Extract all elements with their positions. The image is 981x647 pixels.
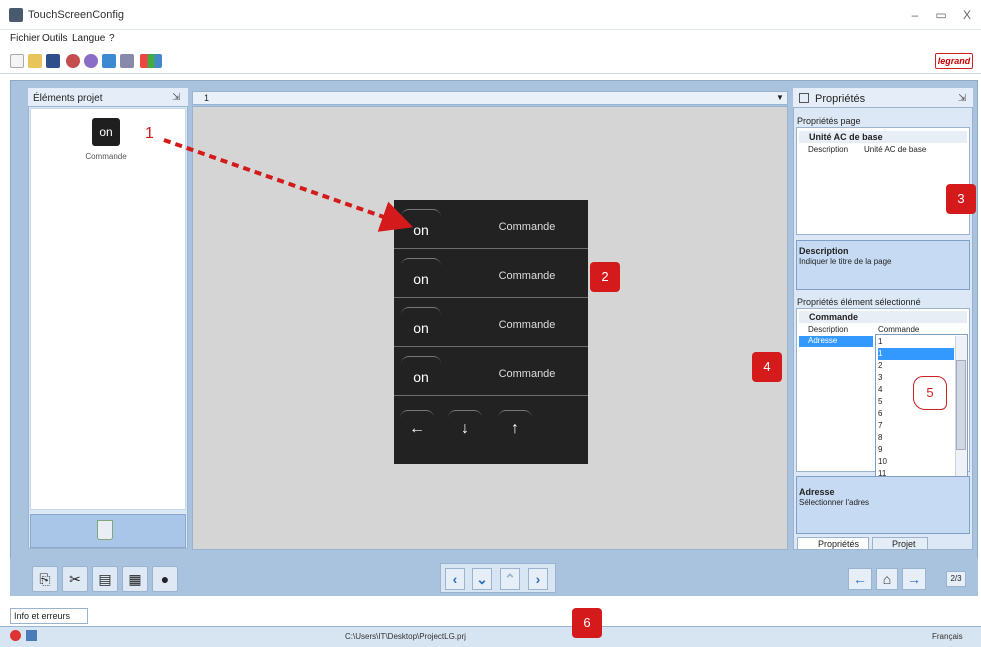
title-bar <box>0 0 981 30</box>
forward-arrow-button[interactable]: → <box>902 568 926 590</box>
send-icon[interactable] <box>66 54 80 68</box>
legrand-logo: legrand <box>935 53 973 69</box>
new-file-icon[interactable] <box>10 54 24 68</box>
info-errors-tab[interactable]: Info et erreurs <box>10 608 88 624</box>
step-marker-4: 4 <box>752 352 782 382</box>
description-title: Description <box>799 246 849 256</box>
command-label: Commande <box>498 319 556 331</box>
project-elements-title: Éléments projet <box>33 93 103 104</box>
scrollbar-thumb[interactable] <box>956 360 966 450</box>
open-folder-icon[interactable] <box>28 54 42 68</box>
step-marker-5: 5 <box>913 376 947 410</box>
dropdown-option[interactable]: 10 <box>878 456 954 468</box>
disk-icon <box>26 630 37 641</box>
dropdown-option[interactable]: 8 <box>878 432 954 444</box>
page-prop-name: Description <box>808 145 849 154</box>
copy-icon[interactable]: ⎘ <box>32 566 58 592</box>
close-button[interactable]: X <box>954 6 980 24</box>
command-element-icon[interactable]: on <box>92 118 120 146</box>
page-selector-value: 1 <box>204 93 210 103</box>
menu-fichier[interactable]: Fichier <box>10 33 40 44</box>
properties-icon <box>799 93 809 103</box>
status-bar <box>0 626 981 647</box>
tools-icon[interactable] <box>120 54 134 68</box>
cut-icon[interactable]: ✂ <box>62 566 88 592</box>
dropdown-option[interactable]: 6 <box>878 408 954 420</box>
minimize-button[interactable]: – <box>902 6 928 24</box>
properties-title: Propriétés <box>815 93 866 105</box>
layout-icon[interactable]: ▦ <box>122 566 148 592</box>
on-button[interactable]: on <box>401 258 441 294</box>
dropdown-option[interactable]: 7 <box>878 420 954 432</box>
error-icon <box>10 630 21 641</box>
connect-icon[interactable] <box>102 54 116 68</box>
address-title: Adresse <box>799 487 835 497</box>
paste-icon[interactable]: ▤ <box>92 566 118 592</box>
trash-icon[interactable] <box>97 520 113 540</box>
step-marker-3: 3 <box>946 184 976 214</box>
menu-outils[interactable]: Outils <box>42 33 68 44</box>
dropdown-option[interactable]: 9 <box>878 444 954 456</box>
step-label-1: 1 <box>145 125 154 142</box>
project-path: C:\Users\IT\Desktop\ProjectLG.prj <box>345 632 466 641</box>
page-properties-grid <box>796 127 970 235</box>
language-icon[interactable] <box>140 54 162 68</box>
palette-icon[interactable]: ● <box>152 566 178 592</box>
tab-project-label: Projet <box>892 539 916 549</box>
element-prop-description-value[interactable]: Commande <box>878 325 919 334</box>
command-element-label[interactable]: Commande <box>84 152 128 161</box>
chevron-down-icon[interactable]: ▼ <box>776 93 784 102</box>
home-button[interactable]: ⌂ <box>876 568 898 590</box>
back-arrow-button[interactable]: ← <box>848 568 872 590</box>
description-text: Indiquer le titre de la page <box>799 257 892 266</box>
project-elements-list <box>30 108 186 510</box>
move-up-button[interactable]: ⌃ <box>500 568 520 590</box>
dropdown-option[interactable]: 2 <box>878 360 954 372</box>
page-counter: 2/3 <box>946 571 966 587</box>
on-button[interactable]: on <box>401 356 441 392</box>
language-indicator: Français <box>932 632 963 641</box>
on-button[interactable]: on <box>401 209 441 245</box>
window-title: TouchScreenConfig <box>28 9 125 21</box>
element-category[interactable]: Commande <box>799 311 967 323</box>
menu-langue[interactable]: Langue <box>72 33 105 44</box>
step-marker-6: 6 <box>572 608 602 638</box>
command-label: Commande <box>498 221 556 233</box>
element-prop-description-name: Description <box>808 325 849 334</box>
tab-properties-label: Propriétés <box>818 539 860 549</box>
command-label: Commande <box>498 270 556 282</box>
menu-bar <box>0 30 981 48</box>
page-category[interactable]: Unité AC de base <box>799 131 967 143</box>
step-marker-2: 2 <box>590 262 620 292</box>
move-down-button[interactable]: ⌄ <box>472 568 492 590</box>
save-icon[interactable] <box>46 54 60 68</box>
on-button[interactable]: on <box>401 307 441 343</box>
arrow-down-icon[interactable]: ↓ <box>448 410 482 444</box>
app-icon <box>9 8 23 22</box>
page-prop-value[interactable]: Unité AC de base <box>864 145 926 154</box>
receive-icon[interactable] <box>84 54 98 68</box>
pin-icon[interactable]: ⇲ <box>172 92 180 103</box>
dropdown-option[interactable]: 1 <box>878 348 954 360</box>
pin-icon[interactable]: ⇲ <box>958 93 966 104</box>
element-properties-label: Propriétés élément sélectionné <box>797 297 921 307</box>
element-prop-address-name: Adresse <box>799 336 873 347</box>
next-page-button[interactable]: › <box>528 568 548 590</box>
arrow-left-icon[interactable]: ← <box>400 410 434 444</box>
menu-help[interactable]: ? <box>109 33 115 44</box>
page-properties-label: Propriétés page <box>797 116 861 126</box>
page-selector[interactable] <box>192 91 788 105</box>
command-label: Commande <box>498 368 556 380</box>
dropdown-selected-value[interactable]: 1 <box>878 336 954 348</box>
address-text: Sélectionner l'adres <box>799 498 870 507</box>
arrow-up-icon[interactable]: ↑ <box>498 410 532 444</box>
previous-page-button[interactable]: ‹ <box>445 568 465 590</box>
maximize-button[interactable]: ▭ <box>928 6 954 24</box>
